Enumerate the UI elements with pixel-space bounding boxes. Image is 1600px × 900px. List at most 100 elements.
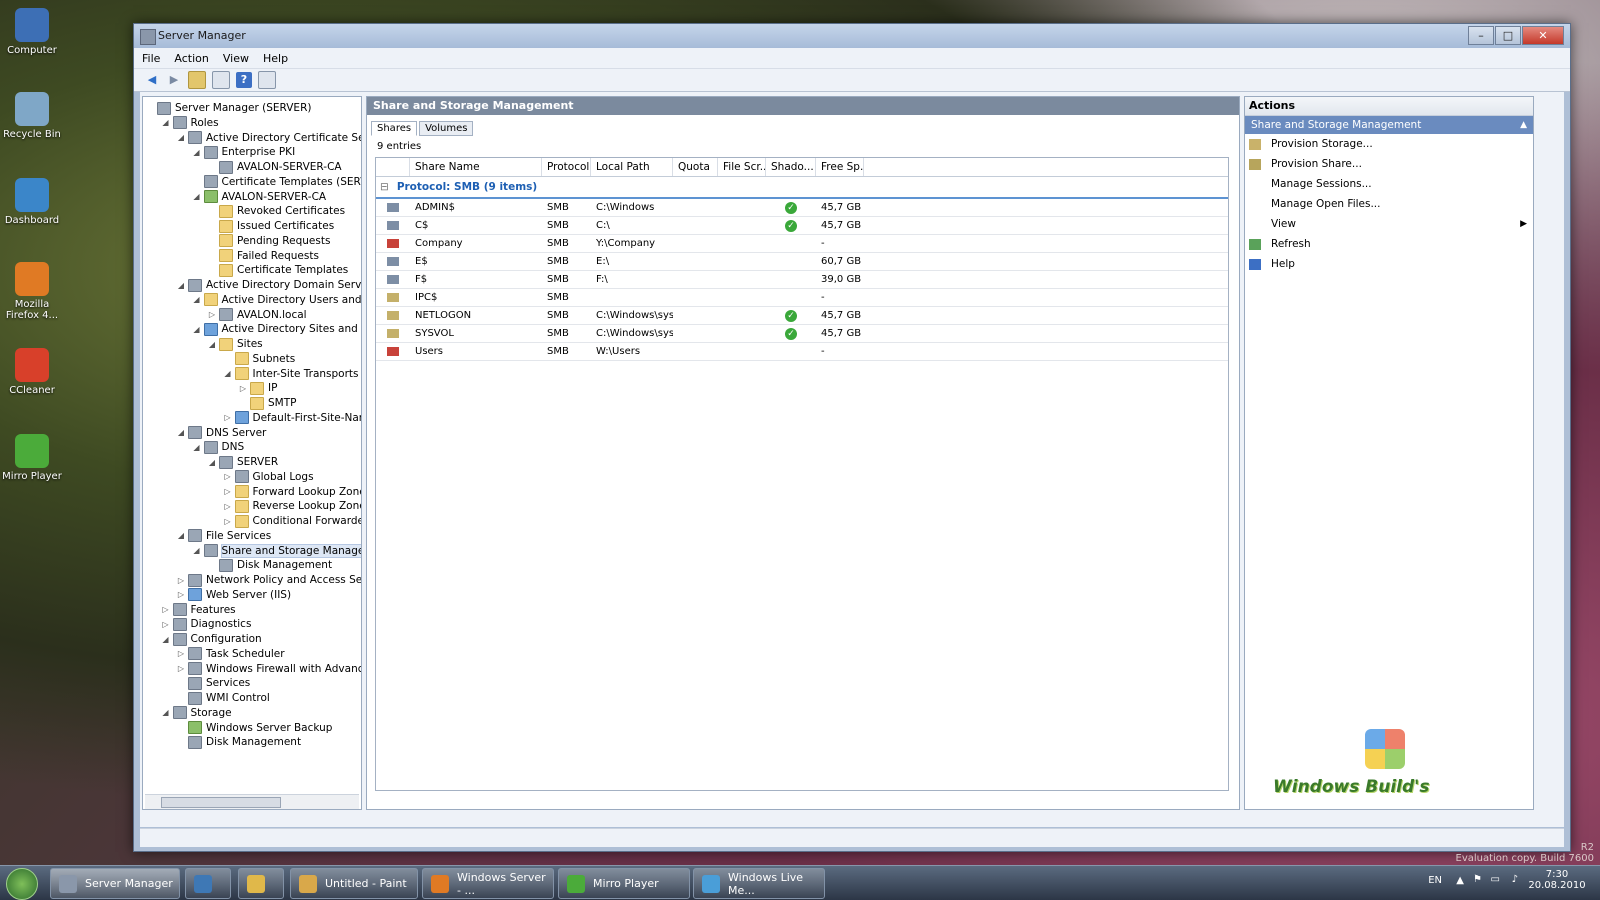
close-button[interactable]: ✕ bbox=[1522, 26, 1564, 45]
desktop-icon[interactable]: CCleaner bbox=[2, 348, 62, 396]
desktop-icon[interactable]: Dashboard bbox=[2, 178, 62, 226]
tree-node[interactable]: ◢ Active Directory Sites and Services [ bbox=[192, 322, 361, 336]
taskbar-button[interactable] bbox=[185, 868, 231, 899]
tree-node[interactable]: ▷ Features bbox=[161, 603, 236, 617]
tree-node[interactable]: ◢ Active Directory Domain Services bbox=[176, 278, 361, 292]
action-center-flag-icon[interactable]: ⚑ bbox=[1473, 874, 1482, 885]
col-share-name[interactable]: Share Name bbox=[410, 158, 542, 176]
tree-node[interactable]: Pending Requests bbox=[207, 234, 330, 248]
tree-node[interactable]: SMTP bbox=[238, 396, 296, 410]
scrollbar-thumb[interactable] bbox=[161, 797, 281, 808]
tree-node[interactable]: Subnets bbox=[223, 352, 295, 366]
volume-icon[interactable]: ♪ bbox=[1512, 874, 1518, 885]
tree-node[interactable]: ▷ Web Server (IIS) bbox=[176, 588, 291, 602]
tree-node[interactable]: ▷ Forward Lookup Zones bbox=[223, 485, 361, 499]
collapse-icon[interactable]: ⊟ bbox=[380, 181, 389, 193]
expand-arrow-icon[interactable]: ◢ bbox=[223, 369, 233, 378]
expand-arrow-icon[interactable]: ◢ bbox=[176, 133, 186, 142]
tree-node[interactable]: ▷ IP bbox=[238, 381, 277, 395]
expand-arrow-icon[interactable]: ◢ bbox=[176, 281, 186, 290]
menu-file[interactable]: File bbox=[142, 52, 160, 65]
action-item[interactable]: Manage Open Files... bbox=[1245, 194, 1533, 214]
title-bar[interactable]: Server Manager – □ ✕ bbox=[134, 24, 1570, 48]
action-item[interactable]: Refresh bbox=[1245, 234, 1533, 254]
table-row[interactable]: F$ SMB F:\ 39,0 GB bbox=[376, 271, 1228, 289]
up-icon[interactable] bbox=[188, 71, 206, 89]
tree-node[interactable]: ▷ Reverse Lookup Zones bbox=[223, 499, 361, 513]
expand-arrow-icon[interactable]: ▷ bbox=[223, 413, 233, 422]
menu-action[interactable]: Action bbox=[174, 52, 208, 65]
action-item[interactable]: Provision Storage... bbox=[1245, 134, 1533, 154]
expand-arrow-icon[interactable]: ▷ bbox=[223, 472, 233, 481]
table-row[interactable]: IPC$ SMB - bbox=[376, 289, 1228, 307]
table-row[interactable]: Users SMB W:\Users - bbox=[376, 343, 1228, 361]
action-item[interactable]: Help bbox=[1245, 254, 1533, 274]
expand-arrow-icon[interactable]: ◢ bbox=[192, 295, 202, 304]
show-hidden-icons-icon[interactable]: ▲ bbox=[1456, 875, 1464, 886]
tree-node[interactable]: Disk Management bbox=[176, 735, 301, 749]
expand-arrow-icon[interactable]: ◢ bbox=[207, 458, 217, 467]
expand-arrow-icon[interactable]: ◢ bbox=[192, 546, 202, 555]
tree-node[interactable]: ▷ Network Policy and Access Services bbox=[176, 573, 361, 587]
tree-node[interactable]: Certificate Templates (SERVER.AVA bbox=[192, 175, 361, 189]
taskbar-button[interactable]: Server Manager bbox=[50, 868, 180, 899]
desktop-icon[interactable]: Mirro Player bbox=[2, 434, 62, 482]
table-row[interactable]: ADMIN$ SMB C:\Windows ✓ 45,7 GB bbox=[376, 199, 1228, 217]
tree-node[interactable]: ◢ Configuration bbox=[161, 632, 262, 646]
menu-help[interactable]: Help bbox=[263, 52, 288, 65]
tree-node[interactable]: ◢ Roles bbox=[161, 116, 219, 130]
expand-arrow-icon[interactable]: ◢ bbox=[176, 531, 186, 540]
taskbar-button[interactable]: Windows Server - ... bbox=[422, 868, 554, 899]
col-protocol[interactable]: Protocol bbox=[542, 158, 591, 176]
desktop-icon[interactable]: Computer bbox=[2, 8, 62, 56]
tree-node[interactable]: ◢ Inter-Site Transports bbox=[223, 367, 359, 381]
col-file-screen[interactable]: File Scr... bbox=[718, 158, 766, 176]
collapse-up-icon[interactable]: ▲ bbox=[1520, 116, 1527, 134]
expand-arrow-icon[interactable]: ▷ bbox=[238, 384, 248, 393]
col-quota[interactable]: Quota bbox=[673, 158, 718, 176]
tree-node[interactable]: ◢ DNS bbox=[192, 440, 244, 454]
tree-node[interactable]: ◢ SERVER bbox=[207, 455, 278, 469]
tree-node[interactable]: Failed Requests bbox=[207, 249, 319, 263]
expand-arrow-icon[interactable]: ▷ bbox=[161, 620, 171, 629]
expand-arrow-icon[interactable]: ◢ bbox=[161, 708, 171, 717]
expand-arrow-icon[interactable]: ▷ bbox=[176, 664, 186, 673]
network-icon[interactable]: ▭ bbox=[1491, 874, 1500, 885]
tree-node[interactable]: ▷ Conditional Forwarders bbox=[223, 514, 361, 528]
action-item[interactable]: View ▶ bbox=[1245, 214, 1533, 234]
start-button[interactable] bbox=[6, 868, 38, 900]
back-icon[interactable]: ◀ bbox=[144, 72, 160, 88]
tree-node[interactable]: ▷ Global Logs bbox=[223, 470, 314, 484]
actions-section-header[interactable]: Share and Storage Management ▲ bbox=[1245, 116, 1533, 134]
maximize-button[interactable]: □ bbox=[1495, 26, 1521, 45]
tree-node[interactable]: Disk Management bbox=[207, 558, 332, 572]
table-row[interactable]: SYSVOL SMB C:\Windows\sys... ✓ 45,7 GB bbox=[376, 325, 1228, 343]
tree-node[interactable]: ◢ Enterprise PKI bbox=[192, 145, 295, 159]
tree-node[interactable]: ◢ Storage bbox=[161, 706, 232, 720]
clock[interactable]: 7:30 20.08.2010 bbox=[1524, 869, 1590, 891]
expand-arrow-icon[interactable]: ▷ bbox=[223, 502, 233, 511]
tree-node[interactable]: Services bbox=[176, 676, 250, 690]
language-indicator[interactable]: EN bbox=[1428, 875, 1442, 886]
tree-node[interactable]: Revoked Certificates bbox=[207, 204, 345, 218]
minimize-button[interactable]: – bbox=[1468, 26, 1494, 45]
show-hide-tree-icon[interactable] bbox=[212, 71, 230, 89]
expand-arrow-icon[interactable]: ◢ bbox=[207, 340, 217, 349]
taskbar-button[interactable]: Untitled - Paint bbox=[290, 868, 418, 899]
col-free-space[interactable]: Free Sp... bbox=[816, 158, 864, 176]
tree-node[interactable]: ▷ Task Scheduler bbox=[176, 647, 285, 661]
tree-node[interactable]: ▷ Default-First-Site-Name bbox=[223, 411, 361, 425]
col-shadow-copies[interactable]: Shado... bbox=[766, 158, 816, 176]
taskbar-button[interactable] bbox=[238, 868, 284, 899]
col-local-path[interactable]: Local Path bbox=[591, 158, 673, 176]
expand-arrow-icon[interactable]: ◢ bbox=[161, 118, 171, 127]
tree-node[interactable]: ◢ Active Directory Users and Comput bbox=[192, 293, 361, 307]
table-row[interactable]: E$ SMB E:\ 60,7 GB bbox=[376, 253, 1228, 271]
expand-arrow-icon[interactable]: ▷ bbox=[207, 310, 217, 319]
help-icon[interactable]: ? bbox=[236, 72, 252, 88]
tree-node[interactable]: Server Manager (SERVER) bbox=[145, 101, 311, 115]
expand-arrow-icon[interactable]: ▷ bbox=[176, 576, 186, 585]
expand-arrow-icon[interactable]: ▷ bbox=[223, 487, 233, 496]
col-icon[interactable] bbox=[376, 158, 410, 176]
tree-node[interactable]: ▷ AVALON.local bbox=[207, 308, 307, 322]
